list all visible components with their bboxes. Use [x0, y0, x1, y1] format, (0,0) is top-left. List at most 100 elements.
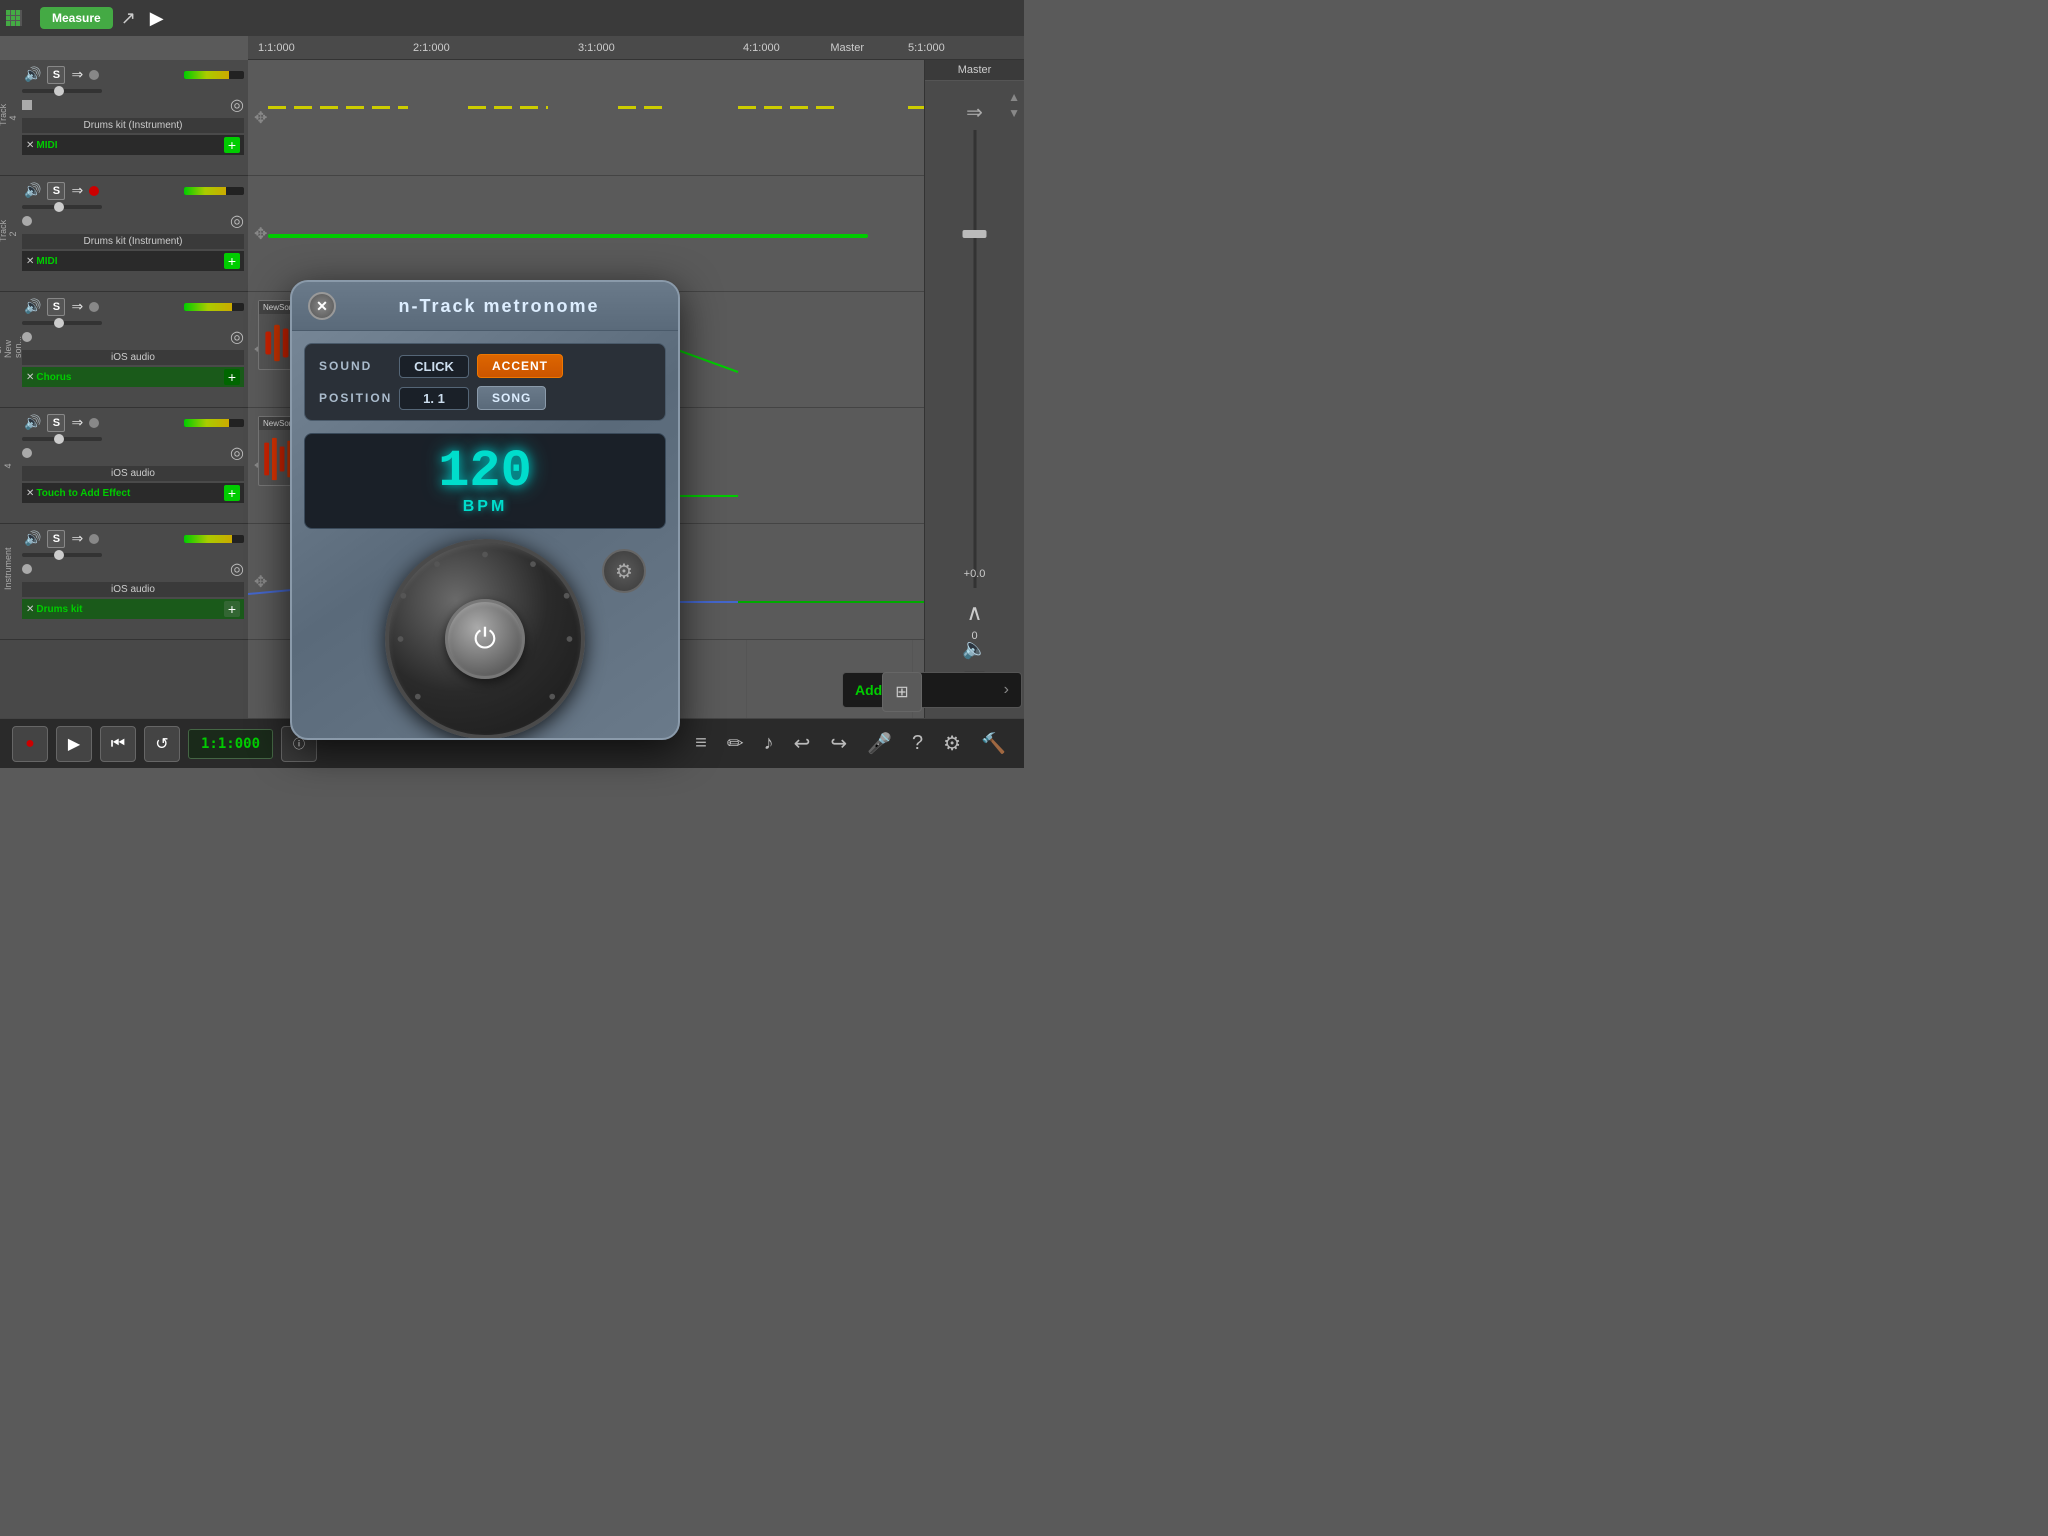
- track-1-instrument[interactable]: Drums kit (Instrument): [22, 118, 244, 133]
- track-3-midi-row: ✕ Chorus +: [22, 367, 244, 387]
- tools-icon[interactable]: 🔨: [981, 731, 1006, 756]
- scroll-down-btn[interactable]: ▼: [1008, 106, 1020, 120]
- track-1-pan-knob[interactable]: ◎: [230, 95, 244, 115]
- track-1-clip-2[interactable]: [468, 106, 548, 109]
- track-4-mute[interactable]: 🔊: [22, 412, 43, 433]
- track-list-icon[interactable]: ≡: [695, 732, 707, 755]
- track-1-meter: [184, 71, 244, 79]
- metro-position-label: POSITION: [319, 391, 399, 405]
- scroll-up-btn[interactable]: ▲: [1008, 90, 1020, 104]
- track-1-solo[interactable]: S: [47, 66, 65, 84]
- track-1-mute[interactable]: 🔊: [22, 64, 43, 85]
- track-control-3: 3: New son... 🔊 S ⇒ ◎: [0, 292, 248, 408]
- metro-position-value[interactable]: 1. 1: [399, 387, 469, 410]
- track-3-instrument[interactable]: iOS audio: [22, 350, 244, 365]
- mixer-button[interactable]: ⊞: [882, 672, 922, 712]
- track-2-pan-knob[interactable]: ◎: [230, 211, 244, 231]
- metro-sound-value[interactable]: CLICK: [399, 355, 469, 378]
- note-icon[interactable]: ♪: [764, 732, 774, 755]
- metro-bpm-number[interactable]: 120: [317, 446, 653, 498]
- track-4-instrument[interactable]: iOS audio: [22, 466, 244, 481]
- metro-title: n-Track metronome: [336, 296, 662, 317]
- timeline-mark-5: 5:1:000: [908, 42, 945, 54]
- play-button[interactable]: ▶: [56, 726, 92, 762]
- track-5-solo[interactable]: S: [47, 530, 65, 548]
- track-4-add-btn[interactable]: +: [224, 485, 240, 501]
- track-1-send[interactable]: ⇒: [69, 64, 85, 85]
- track-2-clip-green[interactable]: [268, 234, 868, 238]
- master-header: Master: [925, 60, 1024, 81]
- rewind-button[interactable]: ⏮: [100, 726, 136, 762]
- edit-icon[interactable]: ✏: [727, 731, 744, 756]
- metro-accent-button[interactable]: ACCENT: [477, 354, 563, 378]
- measure-button[interactable]: Measure: [40, 7, 113, 29]
- record-button[interactable]: ●: [12, 726, 48, 762]
- track-2-mute[interactable]: 🔊: [22, 180, 43, 201]
- track-5-volume[interactable]: [22, 553, 102, 557]
- master-route-icon[interactable]: ⇒: [966, 100, 983, 125]
- track-4-solo[interactable]: S: [47, 414, 65, 432]
- master-fader-thumb[interactable]: [962, 230, 986, 238]
- track-1-x[interactable]: ✕: [26, 140, 34, 151]
- track-3-x[interactable]: ✕: [26, 372, 34, 383]
- track-3-pan-knob[interactable]: ◎: [230, 327, 244, 347]
- track-1-clip-1[interactable]: [268, 106, 408, 109]
- track-3-fx-label: Chorus: [36, 372, 71, 383]
- track-2-volume[interactable]: [22, 205, 102, 209]
- undo-icon[interactable]: ↩: [794, 731, 811, 756]
- track-4-pan-knob[interactable]: ◎: [230, 443, 244, 463]
- track-1-volume[interactable]: [22, 89, 102, 93]
- track-5-meter: [184, 535, 244, 543]
- metro-gear-button[interactable]: ⚙: [602, 549, 646, 593]
- track-5-pan-knob[interactable]: ◎: [230, 559, 244, 579]
- help-icon[interactable]: ?: [912, 732, 923, 755]
- track-2-solo[interactable]: S: [47, 182, 65, 200]
- track-3-solo[interactable]: S: [47, 298, 65, 316]
- settings-icon[interactable]: ⚙: [943, 731, 961, 756]
- track-5-send[interactable]: ⇒: [69, 528, 85, 549]
- track-3-volume[interactable]: [22, 321, 102, 325]
- track-3-add-btn[interactable]: +: [224, 369, 240, 385]
- timeline-mark-3: 3:1:000: [578, 42, 615, 54]
- redo-icon[interactable]: ↪: [830, 731, 847, 756]
- loop-button[interactable]: ↺: [144, 726, 180, 762]
- track-5-instrument[interactable]: iOS audio: [22, 582, 244, 597]
- track-1-add-btn[interactable]: +: [224, 137, 240, 153]
- track-3-meter: [184, 303, 244, 311]
- track-4-fx-row: ✕ Touch to Add Effect +: [22, 483, 244, 503]
- add-efx-row[interactable]: Add Efx ›: [843, 673, 1021, 707]
- metro-knob-area: ⏻ ⚙: [304, 539, 666, 739]
- timeline-mark-2: 2:1:000: [413, 42, 450, 54]
- track-3-mute[interactable]: 🔊: [22, 296, 43, 317]
- metro-close-button[interactable]: ✕: [308, 292, 336, 320]
- track-1-clip-3[interactable]: [618, 106, 668, 109]
- track-3-send[interactable]: ⇒: [69, 296, 85, 317]
- add-efx-panel: Add Efx ›: [842, 672, 1022, 708]
- metro-song-button[interactable]: SONG: [477, 386, 546, 410]
- metro-tempo-knob[interactable]: ⏻: [385, 539, 585, 739]
- track-1-midi-row: ✕ MIDI +: [22, 135, 244, 155]
- track-2-x[interactable]: ✕: [26, 256, 34, 267]
- track-controls-panel: Track 4 🔊 S ⇒ ◎ Drums: [0, 60, 248, 718]
- play-button[interactable]: ▶: [150, 8, 164, 29]
- speaker-icon[interactable]: 🔈: [962, 636, 987, 661]
- arrow-icon[interactable]: ↗: [121, 8, 136, 29]
- track-2-add-btn[interactable]: +: [224, 253, 240, 269]
- mic-icon[interactable]: 🎤: [867, 731, 892, 756]
- track-5-x[interactable]: ✕: [26, 604, 34, 615]
- track-4-volume[interactable]: [22, 437, 102, 441]
- track-control-2: Track 2 🔊 S ⇒ ◎ Drums: [0, 176, 248, 292]
- tune-icon[interactable]: ∧: [966, 600, 982, 626]
- track-5-mute[interactable]: 🔊: [22, 528, 43, 549]
- track-2-instrument[interactable]: Drums kit (Instrument): [22, 234, 244, 249]
- master-header-label: Master: [830, 42, 864, 54]
- metronome-dialog: ✕ n-Track metronome SOUND CLICK ACCENT P…: [290, 280, 680, 740]
- track-4-meter: [184, 419, 244, 427]
- track-2-send[interactable]: ⇒: [69, 180, 85, 201]
- track-4-send[interactable]: ⇒: [69, 412, 85, 433]
- track-1-clip-4[interactable]: [738, 106, 838, 109]
- track-4-x[interactable]: ✕: [26, 488, 34, 499]
- track-5-add-btn[interactable]: +: [224, 601, 240, 617]
- track-4-label: 4: [3, 458, 13, 474]
- gear-icon: ⚙: [615, 559, 633, 584]
